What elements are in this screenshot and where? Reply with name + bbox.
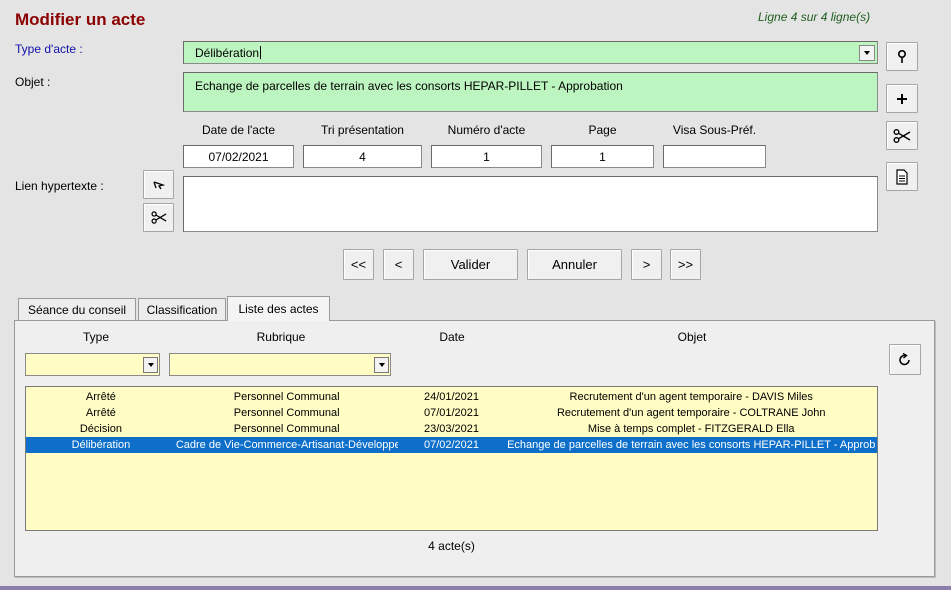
clear-link-button[interactable]	[143, 203, 174, 232]
list-item[interactable]: Décision Personnel Communal 23/03/2021 M…	[26, 421, 877, 437]
type-acte-label: Type d'acte :	[15, 42, 83, 56]
visa-label: Visa Sous-Préf.	[672, 123, 757, 137]
page-field[interactable]: 1	[551, 145, 654, 168]
date-acte-label: Date de l'acte	[201, 123, 275, 137]
chevron-down-icon[interactable]	[859, 44, 875, 61]
page-title: Modifier un acte	[15, 10, 146, 29]
list-cell-objet: Echange de parcelles de terrain avec les…	[507, 439, 876, 451]
filter-type-select[interactable]	[25, 353, 160, 376]
filter-rubrique-select[interactable]	[169, 353, 391, 376]
type-acte-value: Délibération	[195, 45, 260, 60]
list-cell-date: 07/01/2021	[423, 407, 480, 419]
next-record-button[interactable]: >	[631, 249, 662, 280]
objet-label: Objet :	[15, 75, 51, 89]
record-count: 4 acte(s)	[428, 539, 475, 553]
visa-field[interactable]	[663, 145, 766, 168]
link-icon	[152, 180, 165, 189]
list-item-selected[interactable]: Délibération Cadre de Vie-Commerce-Artis…	[26, 437, 877, 453]
last-record-button[interactable]: >>	[670, 249, 701, 280]
list-cell-rubrique: Personnel Communal	[233, 423, 340, 435]
list-cell-objet: Recrutement d'un agent temporaire - DAVI…	[569, 391, 813, 403]
text-cursor	[260, 45, 262, 59]
list-cell-type: Décision	[79, 423, 122, 435]
list-cell-rubrique: Personnel Communal	[233, 407, 340, 419]
list-cell-rubrique: Cadre de Vie-Commerce-Artisanat-Développ…	[175, 439, 398, 451]
list-cell-rubrique: Personnel Communal	[233, 391, 340, 403]
open-link-button[interactable]	[143, 170, 174, 199]
tab-liste-actes[interactable]: Liste des actes	[227, 296, 330, 321]
list-item[interactable]: Arrêté Personnel Communal 07/01/2021 Rec…	[26, 405, 877, 421]
page-label: Page	[588, 123, 617, 137]
chevron-down-icon[interactable]	[143, 356, 158, 373]
list-cell-date: 07/02/2021	[423, 439, 480, 451]
list-header-date: Date	[439, 330, 465, 344]
tab-classification[interactable]: Classification	[138, 298, 226, 320]
scissors-icon	[893, 128, 911, 143]
list-header-objet: Objet	[677, 330, 707, 344]
list-cell-objet: Recrutement d'un agent temporaire - COLT…	[556, 407, 826, 419]
prev-record-button[interactable]: <	[383, 249, 414, 280]
tri-presentation-field[interactable]: 4	[303, 145, 422, 168]
plus-icon	[897, 93, 907, 104]
scissors-icon	[150, 211, 166, 224]
list-cell-type: Arrêté	[85, 391, 116, 403]
numero-acte-label: Numéro d'acte	[447, 123, 526, 137]
actes-list[interactable]: Arrêté Personnel Communal 24/01/2021 Rec…	[25, 386, 878, 531]
numero-acte-field[interactable]: 1	[431, 145, 542, 168]
add-button[interactable]	[886, 84, 918, 113]
first-record-button[interactable]: <<	[343, 249, 374, 280]
list-cell-objet: Mise à temps complet - FITZGERALD Ella	[587, 423, 795, 435]
row-indicator: Ligne 4 sur 4 ligne(s)	[758, 10, 871, 24]
list-item[interactable]: Arrêté Personnel Communal 24/01/2021 Rec…	[26, 389, 877, 405]
cancel-button[interactable]: Annuler	[527, 249, 622, 280]
pin-icon	[897, 49, 907, 63]
window-bottom-border	[0, 586, 951, 590]
objet-field[interactable]: Echange de parcelles de terrain avec les…	[183, 72, 878, 112]
chevron-down-icon[interactable]	[374, 356, 389, 373]
refresh-button[interactable]	[889, 344, 921, 375]
lien-field[interactable]	[183, 176, 878, 232]
list-cell-type: Arrêté	[85, 407, 116, 419]
tab-seance-conseil[interactable]: Séance du conseil	[18, 298, 136, 320]
date-acte-field[interactable]: 07/02/2021	[183, 145, 294, 168]
refresh-icon	[899, 352, 910, 365]
cut-button[interactable]	[886, 121, 918, 150]
list-header-type: Type	[82, 330, 109, 344]
tri-presentation-label: Tri présentation	[321, 123, 404, 137]
lien-label: Lien hypertexte :	[15, 179, 104, 193]
list-cell-type: Délibération	[71, 439, 131, 451]
pin-button[interactable]	[886, 42, 918, 71]
list-cell-date: 23/03/2021	[423, 423, 480, 435]
document-button[interactable]	[886, 162, 918, 191]
list-cell-date: 24/01/2021	[423, 391, 480, 403]
document-icon	[896, 168, 908, 185]
type-acte-select[interactable]: Délibération	[183, 41, 878, 64]
validate-button[interactable]: Valider	[423, 249, 518, 280]
list-header-rubrique: Rubrique	[256, 330, 306, 344]
